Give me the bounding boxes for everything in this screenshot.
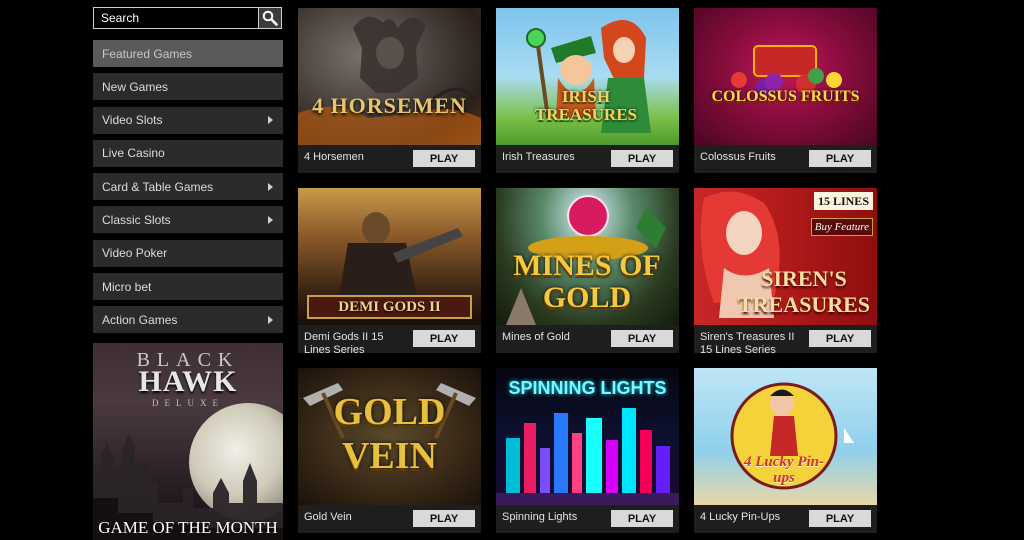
game-info-bar: Gold Vein PLAY: [298, 505, 481, 533]
nav-item-action-games[interactable]: Action Games: [93, 306, 283, 334]
game-info-bar: 4 Horsemen PLAY: [298, 145, 481, 173]
fruits-image: [731, 45, 842, 97]
nav-item-card-table-games[interactable]: Card & Table Games: [93, 173, 283, 201]
nav-item-featured-games[interactable]: Featured Games: [93, 40, 283, 67]
banner-caption: GAME OF THE MONTH: [98, 518, 278, 537]
game-art-title: DEMI GODS II: [338, 299, 441, 315]
game-art-title: IRISH TREASURES: [534, 87, 638, 124]
game-name: Demi Gods II 15 Lines Series: [304, 331, 384, 353]
search-icon: [262, 10, 278, 26]
nav-item-micro-bet[interactable]: Micro bet: [93, 273, 283, 301]
game-tile: GOLD VEIN Gold Vein PLAY: [298, 368, 481, 533]
game-art-title: 4 HORSEMEN: [312, 93, 467, 118]
play-button[interactable]: PLAY: [413, 330, 475, 347]
nav-item-label: Classic Slots: [102, 212, 171, 227]
nav-item-label: New Games: [102, 79, 169, 94]
game-art-title: MINES OF GOLD: [513, 249, 661, 314]
chevron-right-icon: [268, 215, 273, 224]
demon-rider-image: [298, 16, 481, 145]
nav-item-video-slots[interactable]: Video Slots: [93, 106, 283, 134]
game-art-title: SPINNING LIGHTS: [508, 378, 667, 398]
nav-item-label: Featured Games: [102, 46, 193, 61]
game-name: Gold Vein: [304, 511, 352, 523]
game-thumbnail[interactable]: 4 Lucky Pin-ups: [694, 368, 877, 505]
game-tile: 4 Lucky Pin-ups 4 Lucky Pin-Ups PLAY: [694, 368, 877, 533]
nav-item-live-casino[interactable]: Live Casino: [93, 139, 283, 167]
leprechaun-image: [526, 20, 651, 133]
game-thumbnail[interactable]: MINES OF GOLD: [496, 188, 679, 325]
game-tile: COLOSSUS FRUITS Colossus Fruits PLAY: [694, 8, 877, 173]
game-name: Spinning Lights: [502, 511, 578, 523]
nav-item-label: Card & Table Games: [102, 179, 214, 194]
game-thumbnail[interactable]: GOLD VEIN: [298, 368, 481, 505]
play-button[interactable]: PLAY: [413, 510, 475, 527]
game-info-bar: Siren's Treasures II 15 Lines Series PLA…: [694, 325, 877, 353]
game-tile: IRISH TREASURES Irish Treasures PLAY: [496, 8, 679, 173]
game-tile: 4 HORSEMEN 4 Horsemen PLAY: [298, 8, 481, 173]
game-tile: SPINNING LIGHTS Spinning Lights PLAY: [496, 368, 679, 533]
game-thumbnail[interactable]: IRISH TREASURES: [496, 8, 679, 145]
game-info-bar: Irish Treasures PLAY: [496, 145, 679, 173]
game-name: Siren's Treasures II 15 Lines Series: [700, 331, 795, 353]
nav-item-label: Action Games: [102, 312, 178, 327]
search-bar: [93, 7, 282, 31]
game-name: Colossus Fruits: [700, 151, 776, 163]
nav-item-video-poker[interactable]: Video Poker: [93, 239, 283, 267]
banner-logo-sub: DELUXE: [152, 398, 224, 408]
chevron-right-icon: [268, 182, 273, 191]
play-button[interactable]: PLAY: [809, 510, 871, 527]
game-info-bar: Colossus Fruits PLAY: [694, 145, 877, 173]
play-button[interactable]: PLAY: [611, 330, 673, 347]
badge-15-lines: 15 LINES: [813, 192, 873, 210]
game-of-the-month-banner[interactable]: BLACK HAWK DELUXE GAME OF THE MONTH: [93, 343, 283, 540]
chevron-right-icon: [268, 116, 273, 125]
game-info-bar: Demi Gods II 15 Lines Series PLAY: [298, 325, 481, 353]
game-info-bar: 4 Lucky Pin-Ups PLAY: [694, 505, 877, 533]
nav-item-label: Micro bet: [102, 279, 152, 294]
game-name: Mines of Gold: [502, 331, 570, 343]
play-button[interactable]: PLAY: [611, 150, 673, 167]
game-thumbnail[interactable]: SPINNING LIGHTS: [496, 368, 679, 505]
nav-item-label: Video Poker: [102, 246, 168, 261]
nav-item-new-games[interactable]: New Games: [93, 73, 283, 101]
play-button[interactable]: PLAY: [809, 150, 871, 167]
game-tile: MINES OF GOLD Mines of Gold PLAY: [496, 188, 679, 353]
game-thumbnail[interactable]: 4 HORSEMEN: [298, 8, 481, 145]
game-art-title: 4 Lucky Pin-ups: [744, 454, 824, 486]
game-info-bar: Mines of Gold PLAY: [496, 325, 679, 353]
game-tile: DEMI GODS II Demi Gods II 15 Lines Serie…: [298, 188, 481, 353]
game-art-title: SIREN'S TREASURES: [737, 266, 871, 317]
game-name: 4 Lucky Pin-Ups: [700, 511, 781, 523]
nav-item-label: Live Casino: [102, 146, 165, 161]
nav-item-classic-slots[interactable]: Classic Slots: [93, 206, 283, 234]
play-button[interactable]: PLAY: [611, 510, 673, 527]
game-name: 4 Horsemen: [304, 151, 364, 163]
game-info-bar: Spinning Lights PLAY: [496, 505, 679, 533]
game-art-title: COLOSSUS FRUITS: [711, 88, 860, 105]
game-tile: 15 LINES Buy Feature SIREN'S TREASURES S…: [694, 188, 877, 353]
nav-item-label: Video Slots: [102, 113, 163, 128]
game-thumbnail[interactable]: DEMI GODS II: [298, 188, 481, 325]
game-thumbnail[interactable]: 15 LINES Buy Feature SIREN'S TREASURES: [694, 188, 877, 325]
search-button[interactable]: [258, 7, 282, 29]
chevron-right-icon: [268, 315, 273, 324]
search-input[interactable]: [93, 7, 258, 29]
game-thumbnail[interactable]: COLOSSUS FRUITS: [694, 8, 877, 145]
game-name: Irish Treasures: [502, 151, 575, 163]
banner-logo-main: HAWK: [138, 365, 238, 398]
category-nav: Featured Games New Games Video Slots Liv…: [93, 40, 283, 340]
play-button[interactable]: PLAY: [809, 330, 871, 347]
badge-buy-feature: Buy Feature: [810, 218, 873, 236]
play-button[interactable]: PLAY: [413, 150, 475, 167]
game-art-title: GOLD VEIN: [333, 391, 446, 477]
